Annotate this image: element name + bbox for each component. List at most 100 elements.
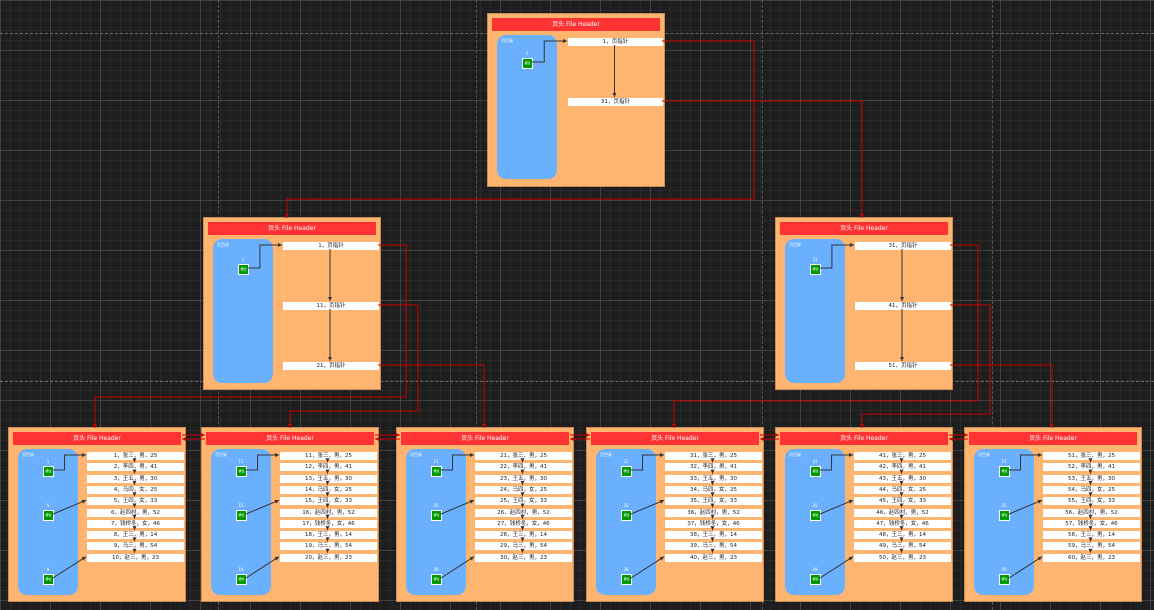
arrow-head xyxy=(328,357,332,361)
arrow-head xyxy=(899,526,904,531)
arrow-head xyxy=(1088,503,1093,508)
arrow-head xyxy=(710,548,715,553)
arrow-head xyxy=(520,537,525,542)
arrow-head xyxy=(899,503,904,508)
arrow-head xyxy=(132,503,137,508)
arrow-head xyxy=(201,433,205,437)
arrow-head xyxy=(132,480,137,485)
slot-pointer xyxy=(440,499,475,515)
arrow-head xyxy=(82,453,86,457)
arrow-head xyxy=(288,424,292,428)
arrow-head xyxy=(1088,537,1093,542)
arrow-head xyxy=(563,39,567,43)
arrow-head xyxy=(325,469,330,474)
arrow-head xyxy=(850,243,854,247)
arrow-head xyxy=(710,514,715,519)
arrow-head xyxy=(132,548,137,553)
slot-pointer xyxy=(248,244,282,269)
pointer-links xyxy=(52,39,1093,579)
arrow-head xyxy=(860,214,864,218)
arrow-head xyxy=(760,437,764,441)
slot-pointer xyxy=(440,556,475,579)
arrow-head xyxy=(520,526,525,531)
arrow-head xyxy=(710,503,715,508)
child-page-pointer xyxy=(861,304,991,428)
arrow-head xyxy=(325,503,330,508)
arrow-head xyxy=(710,526,715,531)
diagram-canvas: 页头 File Header 页目录 1，页指针 31，页指针 1 槽位 页头 File H… xyxy=(0,0,1154,610)
arrow-head xyxy=(325,537,330,542)
arrow-head xyxy=(900,357,904,361)
arrow-head xyxy=(710,492,715,497)
arrow-head xyxy=(586,433,590,437)
slot-pointer xyxy=(52,499,87,515)
arrow-head xyxy=(672,424,676,428)
arrow-head xyxy=(482,424,486,428)
arrow-head xyxy=(1038,453,1042,457)
arrow-head xyxy=(470,453,474,457)
arrow-head xyxy=(182,437,186,441)
arrow-head xyxy=(278,243,282,247)
arrow-head xyxy=(710,469,715,474)
arrow-head xyxy=(899,480,904,485)
arrow-head xyxy=(710,480,715,485)
arrow-head xyxy=(899,458,904,463)
arrow-head xyxy=(93,424,97,428)
arrow-head xyxy=(132,458,137,463)
arrow-head xyxy=(900,297,904,301)
slot-pointer xyxy=(820,454,853,471)
child-page-pointer xyxy=(673,244,979,428)
arrow-head xyxy=(1088,469,1093,474)
slot-pointer xyxy=(441,454,474,471)
slot-pointer xyxy=(245,556,280,579)
arrow-head xyxy=(132,469,137,474)
slot-pointer xyxy=(532,40,567,63)
arrow-head xyxy=(899,514,904,519)
arrow-head xyxy=(860,424,864,428)
slot-pointer xyxy=(631,454,664,471)
arrow-head xyxy=(849,453,853,457)
arrow-head xyxy=(899,537,904,542)
arrow-head xyxy=(285,214,289,218)
arrow-head xyxy=(710,537,715,542)
slot-pointer xyxy=(630,499,665,515)
arrow-head xyxy=(520,492,525,497)
arrow-head xyxy=(1088,514,1093,519)
arrow-head xyxy=(899,548,904,553)
slot-pointer xyxy=(1009,454,1042,471)
arrow-head xyxy=(132,537,137,542)
arrow-head xyxy=(570,437,574,441)
arrow-head xyxy=(1088,548,1093,553)
arrow-head xyxy=(325,458,330,463)
arrow-head xyxy=(375,437,379,441)
arrow-head xyxy=(132,514,137,519)
arrow-head xyxy=(275,453,279,457)
arrow-head xyxy=(396,433,400,437)
child-page-pointer xyxy=(950,364,1053,428)
arrow-head xyxy=(520,548,525,553)
arrow-head xyxy=(325,548,330,553)
arrow-head xyxy=(325,514,330,519)
child-page-pointer xyxy=(662,100,863,218)
arrow-head xyxy=(132,492,137,497)
arrow-head xyxy=(710,458,715,463)
arrow-head xyxy=(520,503,525,508)
arrow-head xyxy=(325,526,330,531)
arrow-head xyxy=(328,297,332,301)
arrow-head xyxy=(520,480,525,485)
slot-pointer xyxy=(1008,499,1043,515)
arrow-head xyxy=(949,437,953,441)
arrow-head xyxy=(612,93,617,97)
child-page-pointer xyxy=(289,304,419,428)
arrow-head xyxy=(1088,458,1093,463)
arrow-head xyxy=(775,433,779,437)
arrow-head xyxy=(660,453,664,457)
arrow-head xyxy=(520,514,525,519)
arrow-head xyxy=(1088,492,1093,497)
child-page-pointer xyxy=(94,244,407,428)
slot-pointer xyxy=(245,499,280,515)
slot-pointer xyxy=(630,556,665,579)
arrow-head xyxy=(325,492,330,497)
slot-pointer xyxy=(53,454,86,471)
slot-pointer xyxy=(1008,556,1043,579)
